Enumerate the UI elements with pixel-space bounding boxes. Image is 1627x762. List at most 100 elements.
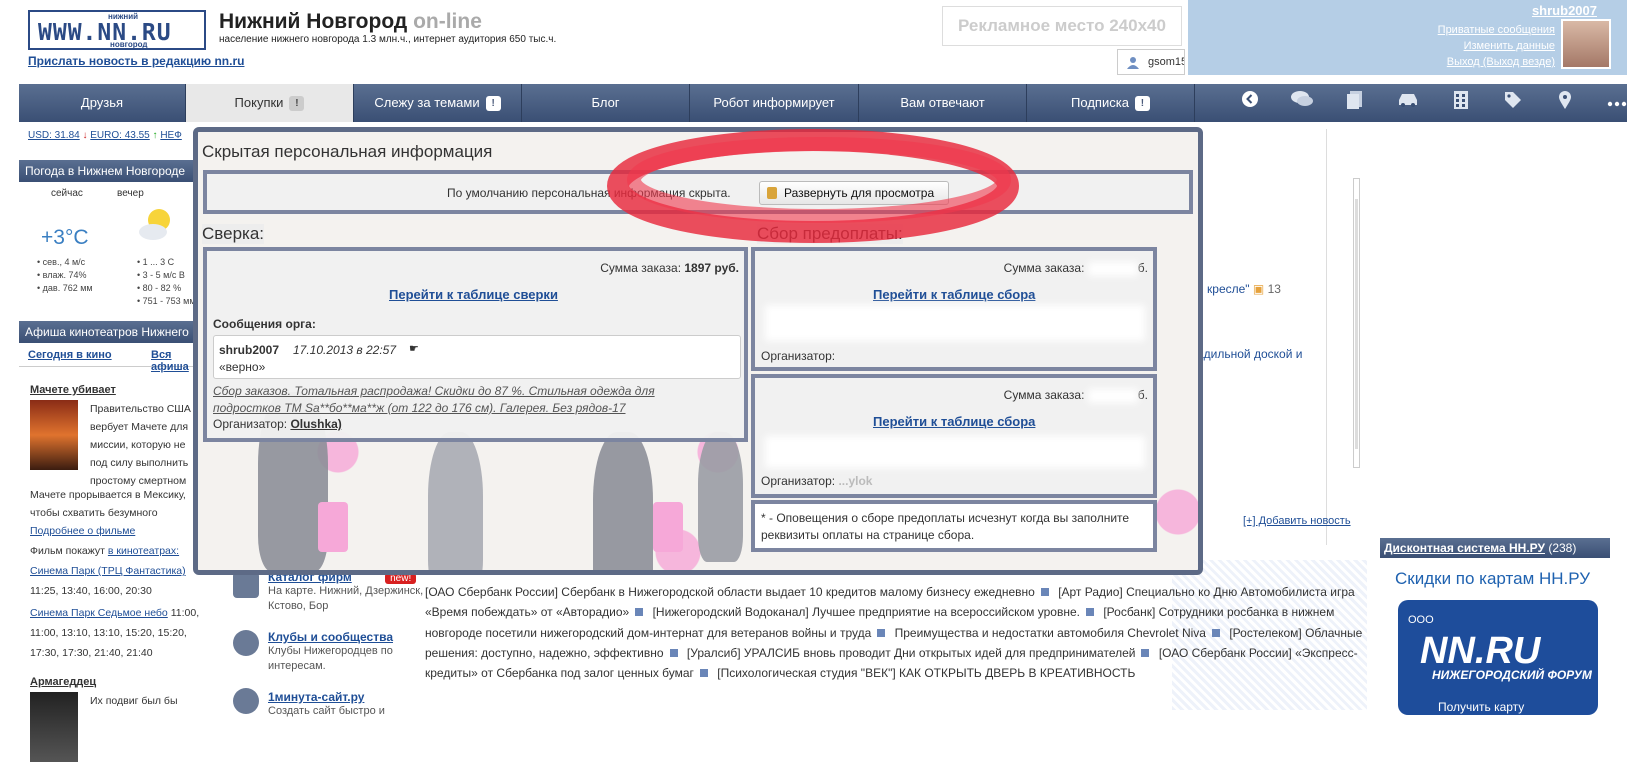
clubs-link[interactable]: Клубы и сообщества [268, 630, 393, 644]
purchase-description-link[interactable]: Сбор заказов. Тотальная распродажа! Скид… [213, 383, 713, 417]
shows-cinemas-link[interactable]: в кинотеатрах: [108, 545, 179, 557]
sverka-organizer: Организатор: Olushka) [213, 417, 342, 431]
organizer-link[interactable]: Olushka) [290, 417, 341, 431]
sbor-panel-1: Сумма заказа: б. Перейти к таблице сбора… [751, 247, 1157, 371]
nav-purchases-label: Покупки [234, 95, 284, 110]
silhouette [428, 432, 483, 570]
movie1-title[interactable]: Мачете убивает [30, 384, 116, 396]
card-logo-text: NN.RU [1420, 630, 1541, 672]
movie2-poster[interactable] [30, 692, 78, 762]
sverka-table-link[interactable]: Перейти к таблице сверки [389, 287, 558, 302]
site-logo[interactable]: нижний WWW.NN.RU новгород [28, 10, 206, 50]
cinema-title[interactable]: Афиша кинотеатров Нижнего Новгорода [19, 321, 199, 343]
movie2-title[interactable]: Армагеддец [30, 676, 96, 688]
sverka-sum: Сумма заказа: 1897 руб. [600, 261, 739, 275]
catalog-icon [233, 572, 259, 598]
pages-icon[interactable] [1342, 90, 1368, 116]
nav-replies-label: Вам отвечают [900, 95, 985, 110]
cinema1-times: 11:25, 13:40, 16:00, 20:30 [30, 585, 152, 597]
sbor2-organizer: Организатор: ...ylok [761, 474, 873, 488]
back-icon[interactable] [1237, 90, 1263, 116]
message-date: 17.10.2013 в 22:57 [293, 343, 397, 357]
ticker-item[interactable]: [Уралсиб] УРАЛСИБ вновь проводит Дни отк… [687, 646, 1136, 660]
sbor1-table-link[interactable]: Перейти к таблице сбора [873, 287, 1035, 302]
discount-link[interactable]: Дисконтная система НН.РУ [1384, 541, 1545, 555]
nav-replies[interactable]: Вам отвечают [859, 84, 1027, 122]
catalog-sub-2: Кстово, Бор [268, 600, 329, 612]
sun-cloud-icon [139, 209, 170, 240]
catalog-sub-1: На карте. Нижний, Дзержинск, [268, 585, 424, 597]
minute-site-link[interactable]: 1минута-сайт.ру [268, 690, 364, 704]
cinema1-link[interactable]: Синема Парк (ТРЦ Фантастика) [30, 562, 186, 580]
nav-subscription[interactable]: Подписка! [1027, 84, 1195, 122]
nav-followed-topics[interactable]: Слежу за темами! [354, 84, 522, 122]
sbor-panel-2: Сумма заказа: б. Перейти к таблице сбора… [751, 374, 1157, 498]
silhouette [593, 432, 653, 570]
send-news-link[interactable]: Прислать новость в редакцию nn.ru [28, 54, 244, 68]
currency-rates: USD: 31.84 ↓ EURO: 43.55 ↑ НЕФ [28, 130, 182, 141]
username-link[interactable]: shrub2007 [1532, 3, 1597, 18]
hand-pointer-icon[interactable]: ☛ [409, 342, 419, 355]
logo-main-text: WWW.NN.RU [38, 20, 172, 46]
news-fragment-1[interactable]: и кресле" ▣ 13 [1197, 282, 1281, 296]
sbor2-sum: Сумма заказа: б. [1003, 388, 1148, 403]
site-subtitle: население нижнего новгорода 1.3 млн.ч., … [219, 34, 557, 45]
news-scrollbar[interactable] [1353, 178, 1360, 468]
nav-subscription-badge: ! [1134, 96, 1150, 111]
ad-placeholder[interactable]: Рекламное место 240x40 [942, 6, 1182, 46]
tab-all-cinema[interactable]: Вся афиша [151, 349, 199, 373]
movie1-description-2: Мачете прорывается в Мексику, чтобы схват… [30, 489, 186, 519]
ticker-item[interactable]: Преимущества и недостатки автомобиля Che… [895, 626, 1206, 640]
redacted-area [765, 436, 1145, 468]
nav-robot[interactable]: Робот информирует [690, 84, 859, 122]
prepayment-note-text: * - Оповещения о сборе предоплаты исчезн… [761, 511, 1130, 542]
tag-icon[interactable] [1500, 90, 1526, 116]
discount-title[interactable]: Скидки по картам НН.РУ [1395, 569, 1590, 589]
building-icon[interactable] [1448, 90, 1474, 116]
logout-link[interactable]: Выход (Выход везде) [1447, 56, 1555, 68]
ticker-item[interactable]: [Нижегородский Водоканал] Лучшее предпри… [653, 605, 1080, 619]
site-title-suffix: on-line [413, 10, 482, 33]
sbor1-sum: Сумма заказа: б. [1003, 261, 1148, 276]
nav-friends-label: Друзья [80, 95, 124, 110]
user-chip[interactable]: gsom15 [1117, 49, 1185, 75]
weather-evening-label: вечер [117, 188, 144, 199]
location-icon[interactable] [1552, 90, 1578, 116]
main-nav: Друзья Покупки! Слежу за темами! Блог Ро… [19, 84, 1627, 122]
edit-profile-link[interactable]: Изменить данные [1464, 40, 1555, 52]
weather-widget: сейчас вечер +3°С • сев., 4 м/с • влаж. … [19, 160, 199, 306]
right-panel-border [1326, 129, 1335, 545]
add-news-link[interactable]: [+] Добавить новость [1243, 515, 1351, 527]
avatar[interactable] [1561, 19, 1611, 69]
message-author[interactable]: shrub2007 [219, 343, 279, 357]
private-messages-link[interactable]: Приватные сообщения [1438, 24, 1555, 36]
ticker-item[interactable]: [Психологическая студия "ВЕК"] КАК ОТКРЫ… [717, 666, 1135, 680]
chat-icon[interactable] [1289, 90, 1315, 116]
euro-rate[interactable]: EURO: 43.55 [90, 130, 149, 141]
tab-today-cinema[interactable]: Сегодня в кино [28, 349, 112, 361]
nav-purchases[interactable]: Покупки! [186, 84, 354, 122]
movie1-more-link[interactable]: Подробнее о фильме [30, 522, 135, 540]
modal-title: Скрытая персональная информация [202, 142, 493, 161]
more-icon[interactable] [1604, 90, 1627, 116]
clubs-sub-1: Клубы Нижегородцев по [268, 645, 393, 657]
usd-rate[interactable]: USD: 31.84 [28, 130, 80, 141]
user-icon [1127, 57, 1139, 69]
ticker-item[interactable]: [ОАО Сбербанк России] Сбербанк в Нижегор… [425, 585, 1035, 599]
sverka-heading: Сверка: [202, 224, 265, 244]
nn-card-banner[interactable]: ООО NN.RU НИЖЕГОРОДСКИЙ ФОРУМ Получить к… [1398, 600, 1598, 715]
nav-friends[interactable]: Друзья [19, 84, 186, 122]
weather-temp: +3°С [41, 226, 89, 249]
news-fragment-2[interactable]: адильной доской ии [1197, 345, 1302, 381]
sbor2-table-link[interactable]: Перейти к таблице сбора [873, 414, 1035, 429]
site-title-main: Нижний Новгород [219, 10, 408, 33]
user-links: Приватные сообщения Изменить данные Выхо… [1438, 22, 1555, 70]
movie1-poster[interactable] [30, 400, 78, 470]
cinema2-link[interactable]: Синема Парк Седьмое небо [30, 607, 168, 619]
cinema2-row: Синема Парк Седьмое небо 11:00, [30, 607, 200, 619]
oil-rate[interactable]: НЕФ [160, 130, 182, 141]
nav-blog[interactable]: Блог [522, 84, 690, 122]
car-icon[interactable] [1395, 90, 1421, 116]
nav-blog-label: Блог [591, 95, 620, 110]
movie1-description: Правительство США вербует Мачете для мисси… [90, 403, 191, 487]
